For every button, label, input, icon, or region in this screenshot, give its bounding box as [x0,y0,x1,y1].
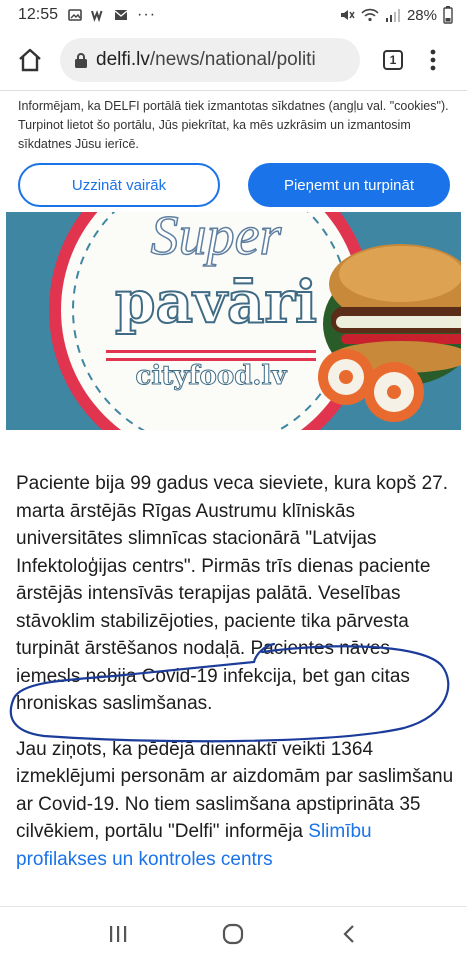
mail-icon [114,10,128,20]
paragraph-text: Jau ziņots, ka pēdējā diennaktī veikti 1… [16,738,454,843]
status-bar: 12:55 ··· 28% [0,0,467,30]
url-text: delfi.lv/news/national/politi [96,49,316,71]
more-dots-icon: ··· [137,6,157,23]
back-nav-button[interactable] [324,914,374,954]
back-chevron-icon [343,924,354,943]
url-path: /news/national/politi [149,49,316,70]
ad-script-word: Super [151,212,282,267]
paragraph-text: Paciente bija 99 gadus veca sieviete, ku… [16,473,448,659]
image-icon [68,9,82,21]
mute-icon [340,10,355,20]
recent-apps-button[interactable] [93,914,143,954]
home-circle-icon [223,923,244,944]
recent-apps-icon [109,925,127,942]
learn-more-button[interactable]: Uzzināt vairāk [18,163,220,207]
accept-button[interactable]: Pieņemt un turpināt [248,163,450,207]
cookie-banner: Informējam, ka DELFI portālā tiek izmant… [0,90,467,212]
menu-button[interactable] [418,36,448,84]
tabs-button[interactable]: 1 [368,36,418,84]
status-time: 12:55 [18,6,59,23]
w-app-icon [91,10,103,22]
battery-level: 28% [406,6,437,24]
cookie-text: Informējam, ka DELFI portālā tiek izmant… [18,99,449,151]
lock-icon [75,52,87,68]
url-domain: delfi.lv [96,49,150,70]
signal-icon [385,9,400,22]
battery-icon [443,6,453,24]
home-icon [19,48,41,72]
wifi-icon [361,8,379,22]
ad-graphic: Super pavāri cityfood.lv [6,212,461,430]
home-button[interactable] [4,36,56,84]
ad-site: cityfood.lv [136,361,288,391]
home-nav-button[interactable] [208,914,258,954]
article-body: Paciente bija 99 gadus veca sieviete, ku… [16,470,456,891]
url-bar[interactable]: delfi.lv/news/national/politi [60,38,360,82]
ad-headline: pavāri [115,268,317,336]
system-nav-bar [0,906,467,960]
tab-count: 1 [383,50,403,70]
article-paragraph: Jau ziņots, ka pēdējā diennaktī veikti 1… [16,736,456,874]
browser-toolbar: delfi.lv/news/national/politi 1 [0,32,467,88]
more-vertical-icon [430,49,436,71]
article-paragraph: Paciente bija 99 gadus veca sieviete, ku… [16,470,456,718]
ad-banner[interactable]: Super pavāri cityfood.lv [6,212,461,430]
